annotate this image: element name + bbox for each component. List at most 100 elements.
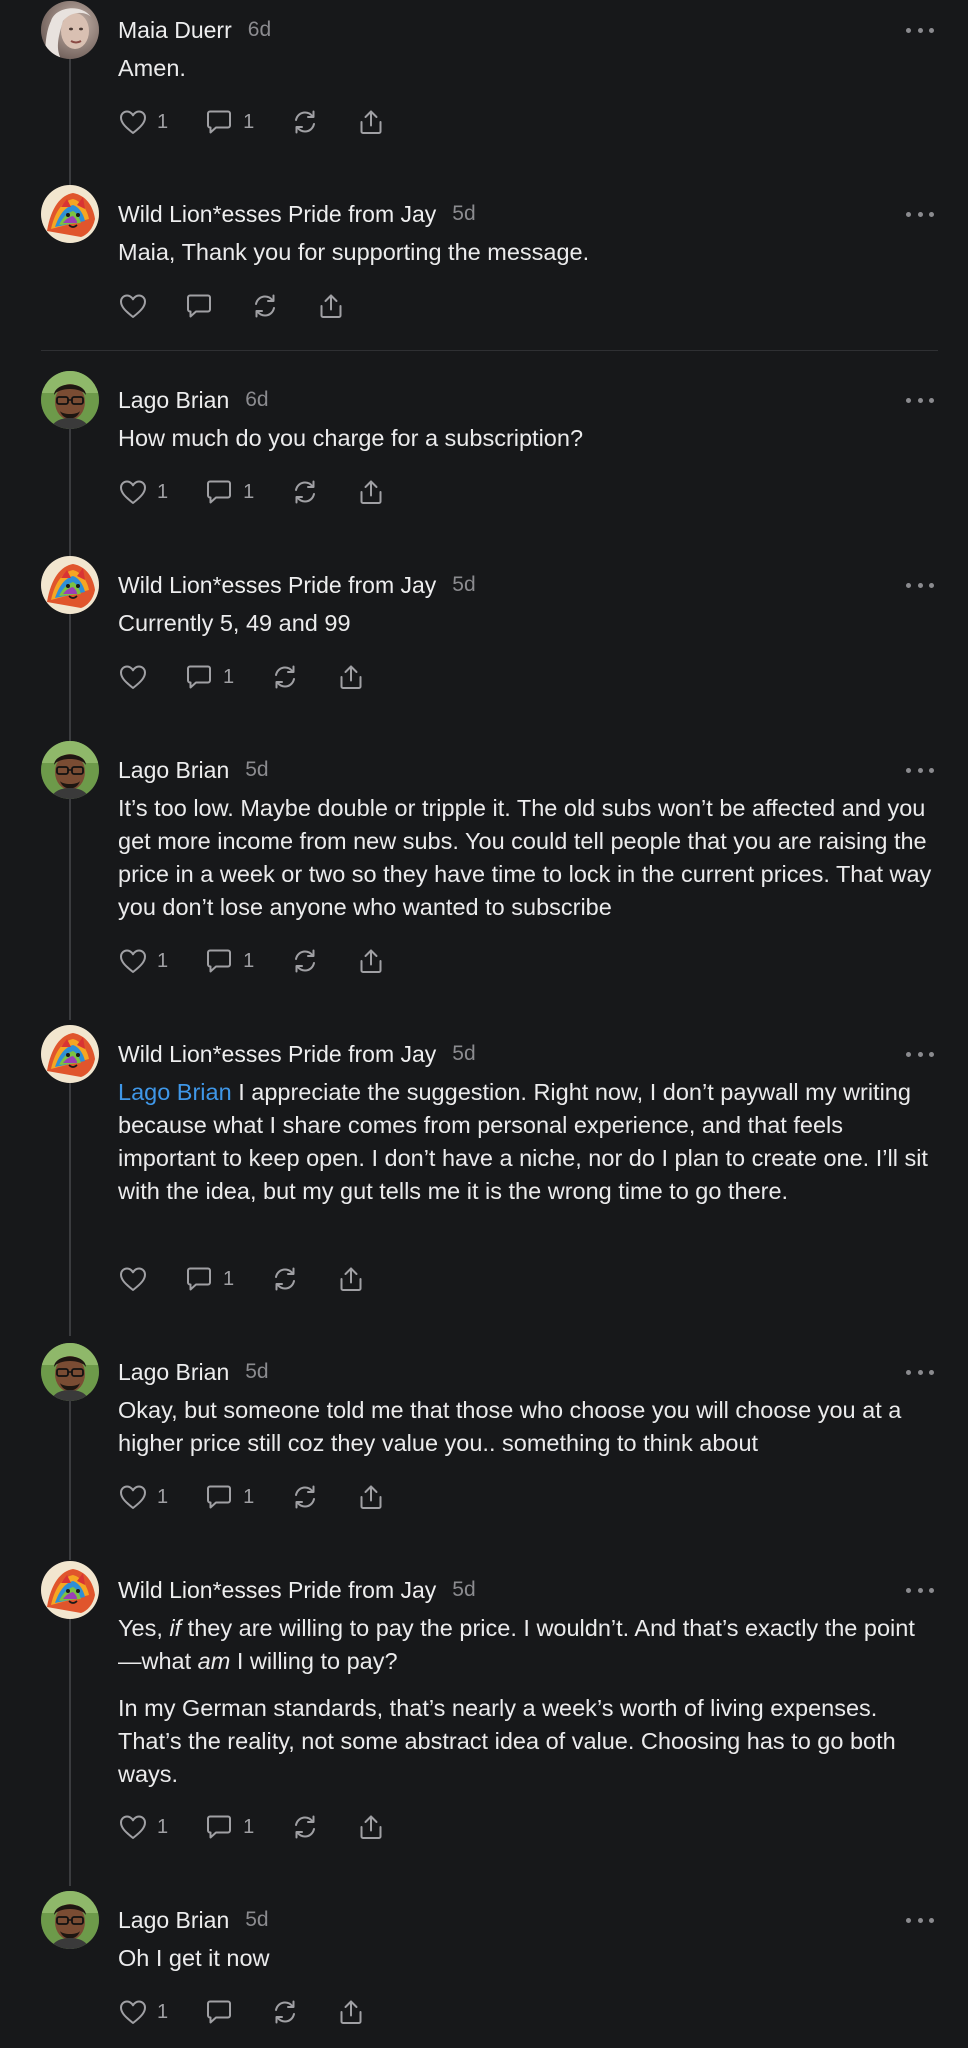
more-options-icon[interactable]: [906, 1910, 934, 1930]
share-button[interactable]: [336, 1995, 366, 2029]
comment-bubble-icon: [204, 1997, 234, 2027]
reply-button[interactable]: 1: [204, 1480, 254, 1514]
author-name[interactable]: Lago Brian: [118, 1907, 229, 1934]
author-name[interactable]: Lago Brian: [118, 757, 229, 784]
avatar[interactable]: [41, 741, 99, 799]
avatar[interactable]: [41, 1891, 99, 1949]
author-name[interactable]: Wild Lion*esses Pride from Jay: [118, 1577, 436, 1604]
author-name[interactable]: Wild Lion*esses Pride from Jay: [118, 572, 436, 599]
reply-button[interactable]: 1: [184, 660, 234, 694]
like-button[interactable]: 1: [118, 1480, 168, 1514]
like-button[interactable]: 1: [118, 1810, 168, 1844]
more-options-icon[interactable]: [906, 1044, 934, 1064]
timestamp[interactable]: 6d: [248, 18, 271, 42]
reply-count: 1: [223, 665, 235, 688]
author-name[interactable]: Maia Duerr: [118, 17, 232, 44]
restack-button[interactable]: [290, 105, 320, 139]
author-name[interactable]: Lago Brian: [118, 1359, 229, 1386]
restack-button[interactable]: [270, 1262, 300, 1296]
heart-icon: [118, 662, 148, 692]
like-button[interactable]: 1: [118, 105, 168, 139]
reply-count: 1: [243, 480, 255, 503]
restack-button[interactable]: [290, 944, 320, 978]
more-options-icon[interactable]: [906, 390, 934, 410]
avatar[interactable]: [41, 371, 99, 429]
restack-icon: [270, 1997, 300, 2027]
avatar[interactable]: [41, 556, 99, 614]
like-button[interactable]: [118, 289, 148, 323]
share-icon: [356, 107, 386, 137]
share-button[interactable]: [336, 1262, 366, 1296]
reply-button[interactable]: 1: [204, 105, 254, 139]
timestamp[interactable]: 5d: [245, 1908, 268, 1932]
avatar[interactable]: [41, 185, 99, 243]
comment-header: Lago Brian 5d: [118, 756, 269, 784]
avatar[interactable]: [41, 1343, 99, 1401]
restack-icon: [250, 291, 280, 321]
timestamp[interactable]: 5d: [452, 1042, 475, 1066]
comment-text: It’s too low. Maybe double or tripple it…: [118, 795, 932, 920]
restack-button[interactable]: [290, 1810, 320, 1844]
comment-body: How much do you charge for a subscriptio…: [118, 422, 938, 455]
comment-body: Currently 5, 49 and 99: [118, 607, 938, 640]
reply-button[interactable]: 1: [184, 1262, 234, 1296]
share-button[interactable]: [356, 475, 386, 509]
restack-button[interactable]: [270, 1995, 300, 2029]
comment-header: Wild Lion*esses Pride from Jay 5d: [118, 571, 476, 599]
avatar[interactable]: [41, 1561, 99, 1619]
reply-button[interactable]: 1: [204, 944, 254, 978]
comment-header: Maia Duerr 6d: [118, 16, 271, 44]
reply-button[interactable]: [184, 289, 214, 323]
share-icon: [336, 662, 366, 692]
reply-count: 1: [243, 1815, 255, 1838]
like-button[interactable]: [118, 660, 148, 694]
share-button[interactable]: [356, 1810, 386, 1844]
share-button[interactable]: [356, 105, 386, 139]
reply-button[interactable]: 1: [204, 475, 254, 509]
comment-paragraph: Maia, Thank you for supporting the messa…: [118, 236, 938, 269]
timestamp[interactable]: 6d: [245, 388, 268, 412]
reply-button[interactable]: [204, 1995, 234, 2029]
comment-bubble-icon: [184, 291, 214, 321]
user-mention-link[interactable]: Lago Brian: [118, 1079, 232, 1105]
timestamp[interactable]: 5d: [452, 573, 475, 597]
comment-actions: 1: [118, 660, 402, 694]
author-name[interactable]: Wild Lion*esses Pride from Jay: [118, 1041, 436, 1068]
comment-paragraph: In my German standards, that’s nearly a …: [118, 1692, 938, 1791]
more-options-icon[interactable]: [906, 760, 934, 780]
comment-text: I appreciate the suggestion. Right now, …: [118, 1079, 928, 1204]
avatar[interactable]: [41, 1025, 99, 1083]
comment-actions: 11: [118, 475, 422, 509]
share-button[interactable]: [336, 660, 366, 694]
like-button[interactable]: 1: [118, 944, 168, 978]
restack-button[interactable]: [290, 475, 320, 509]
restack-button[interactable]: [250, 289, 280, 323]
more-options-icon[interactable]: [906, 20, 934, 40]
comment-header: Wild Lion*esses Pride from Jay 5d: [118, 1040, 476, 1068]
share-button[interactable]: [316, 289, 346, 323]
timestamp[interactable]: 5d: [452, 202, 475, 226]
author-name[interactable]: Lago Brian: [118, 387, 229, 414]
more-options-icon[interactable]: [906, 575, 934, 595]
restack-button[interactable]: [270, 660, 300, 694]
more-options-icon[interactable]: [906, 1362, 934, 1382]
timestamp[interactable]: 5d: [245, 1360, 268, 1384]
timestamp[interactable]: 5d: [452, 1578, 475, 1602]
share-button[interactable]: [356, 1480, 386, 1514]
restack-icon: [270, 1264, 300, 1294]
comment-thread: Maia Duerr 6d Amen. 1 1 Wild Lion*esses Prid…: [0, 0, 968, 2048]
share-button[interactable]: [356, 944, 386, 978]
more-options-icon[interactable]: [906, 1580, 934, 1600]
author-name[interactable]: Wild Lion*esses Pride from Jay: [118, 201, 436, 228]
timestamp[interactable]: 5d: [245, 758, 268, 782]
avatar[interactable]: [41, 1, 99, 59]
like-count: 1: [157, 110, 169, 133]
comment-header: Wild Lion*esses Pride from Jay 5d: [118, 1576, 476, 1604]
restack-button[interactable]: [290, 1480, 320, 1514]
more-options-icon[interactable]: [906, 204, 934, 224]
like-button[interactable]: 1: [118, 475, 168, 509]
like-button[interactable]: [118, 1262, 148, 1296]
reply-button[interactable]: 1: [204, 1810, 254, 1844]
like-button[interactable]: 1: [118, 1995, 168, 2029]
reply-count: 1: [243, 110, 255, 133]
